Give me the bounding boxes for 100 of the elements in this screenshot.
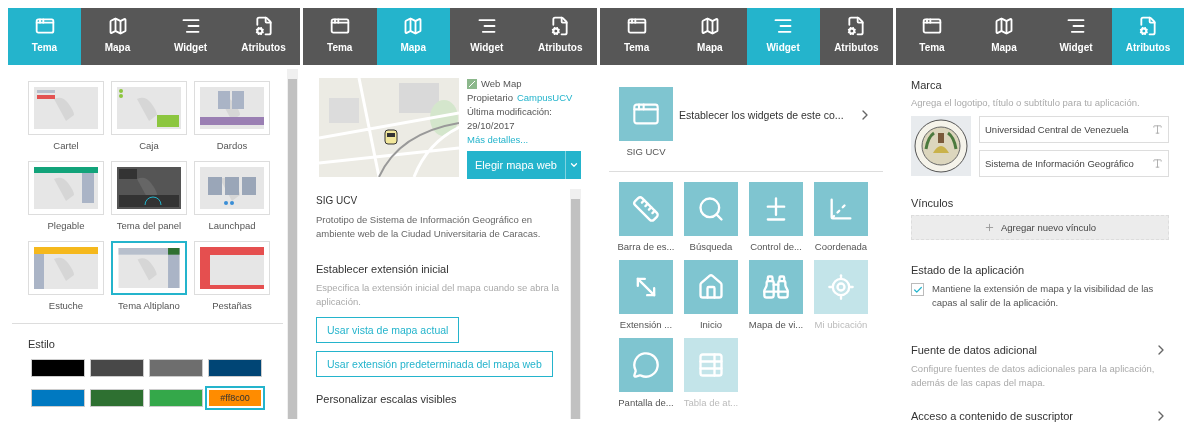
- color-swatch[interactable]: [209, 360, 261, 376]
- section-title[interactable]: Fuente de datos adicional: [911, 344, 1037, 356]
- gear-file-icon: [1138, 16, 1158, 36]
- seal-drawing: [914, 119, 968, 173]
- color-swatch[interactable]: [32, 360, 84, 376]
- checkbox-label: Mantiene la extensión de mapa y la visibilidad de las capas al salir de la aplicación.: [932, 282, 1155, 310]
- map-icon: [403, 16, 424, 36]
- widget-label: Inicio: [699, 318, 723, 332]
- theme-label: Tema del panel: [115, 219, 183, 233]
- section-title: Vínculos: [911, 197, 955, 209]
- theme-preview-drawing: [117, 87, 181, 129]
- map-title: SIG UCV: [316, 195, 359, 206]
- font-icon[interactable]: [1152, 158, 1163, 169]
- theme-preview-drawing: [34, 167, 98, 209]
- search-icon: [697, 195, 725, 223]
- widget-tile[interactable]: [619, 182, 673, 236]
- tab[interactable]: Atributos: [227, 8, 300, 65]
- font-icon[interactable]: [1152, 124, 1163, 135]
- theme-preview-drawing: [117, 167, 181, 209]
- lines-icon: [180, 16, 201, 36]
- section-hint: Especifica la extensión inicial del mapa cuando se abra la aplicación.: [316, 281, 560, 309]
- tab[interactable]: Atributos: [523, 8, 597, 65]
- item-type: Web Map: [481, 78, 522, 89]
- theme-preview-drawing: [200, 247, 264, 289]
- widget-tile[interactable]: [814, 182, 868, 236]
- section-title[interactable]: Acceso a contenido de suscriptor: [911, 410, 1074, 422]
- widget-tile[interactable]: [749, 182, 803, 236]
- text-field[interactable]: Sistema de Información Geográfico: [979, 150, 1169, 177]
- widget-label: SIG UCV: [626, 145, 666, 159]
- controller-text[interactable]: Establecer los widgets de este co...: [679, 109, 851, 121]
- checkbox[interactable]: [911, 283, 924, 296]
- widget-label: Barra de es...: [617, 240, 675, 254]
- widget-label: Pantalla de...: [618, 396, 674, 410]
- logo-frame[interactable]: [911, 116, 971, 176]
- widget-tile[interactable]: [619, 260, 673, 314]
- widget-label: Búsqueda: [689, 240, 733, 254]
- tab[interactable]: Widget: [1040, 8, 1112, 65]
- widget-tile[interactable]: [684, 260, 738, 314]
- color-swatch[interactable]: [150, 360, 202, 376]
- widget-label: Tabla de at...: [683, 396, 739, 410]
- color-swatch[interactable]: [91, 360, 143, 376]
- tab[interactable]: Atributos: [819, 8, 893, 65]
- lines-icon: [1066, 16, 1086, 36]
- gear-file-icon: [846, 16, 867, 36]
- home-icon: [697, 273, 725, 301]
- theme-label: Tema Altiplano: [117, 299, 181, 313]
- widget-label: Coordenada: [814, 240, 868, 254]
- widget-label: Control de...: [750, 240, 802, 254]
- tab[interactable]: Mapa: [81, 8, 154, 65]
- color-swatch[interactable]: [32, 390, 84, 406]
- widget-tile[interactable]: [749, 260, 803, 314]
- section-title: Establecer extensión inicial: [316, 263, 450, 275]
- scrollbar[interactable]: [287, 69, 298, 419]
- widget-tile[interactable]: [684, 182, 738, 236]
- window-icon: [922, 16, 942, 36]
- lines-icon: [773, 16, 794, 36]
- window-icon: [626, 16, 647, 36]
- theme-label: Pestañas: [211, 299, 253, 313]
- tab[interactable]: Widget: [450, 8, 524, 65]
- color-swatch[interactable]: [150, 390, 202, 406]
- add-link-button[interactable]: Agregar nuevo vínculo: [911, 215, 1169, 240]
- gear-file-icon: [550, 16, 571, 36]
- theme-label: Dardos: [215, 139, 249, 153]
- section-hint: Configure fuentes de datos adicionales para la aplicación, además de las capas del mapa.: [911, 362, 1156, 390]
- map-icon: [699, 16, 720, 36]
- modified-date: 29/10/2017: [467, 120, 516, 131]
- theme-preview-drawing: [200, 87, 264, 129]
- window-icon: [34, 16, 55, 36]
- section-title: Personalizar escalas visibles: [316, 393, 458, 405]
- tab[interactable]: Widget: [154, 8, 227, 65]
- theme-preview-drawing: [34, 87, 98, 129]
- tab[interactable]: Mapa: [968, 8, 1040, 65]
- lines-icon: [476, 16, 497, 36]
- crosshair-icon: [827, 273, 855, 301]
- speech-bubble-icon: [632, 351, 660, 379]
- theme-label: Launchpad: [207, 219, 257, 233]
- theme-label: Caja: [138, 139, 160, 153]
- check-icon: [912, 284, 923, 295]
- widget-tile[interactable]: [619, 338, 673, 392]
- section-title: Marca: [911, 79, 943, 91]
- window-icon: [329, 16, 350, 36]
- widget-tile[interactable]: [619, 87, 673, 141]
- plus-icon: [983, 222, 995, 233]
- tab[interactable]: Tema: [303, 8, 377, 65]
- scrollbar[interactable]: [570, 189, 581, 419]
- text-field[interactable]: Universidad Central de Venezuela: [979, 116, 1169, 143]
- theme-preview-drawing: [200, 167, 264, 209]
- map-icon: [107, 16, 128, 36]
- tab[interactable]: Tema: [896, 8, 968, 65]
- tab[interactable]: Mapa: [673, 8, 747, 65]
- theme-label: Estuche: [47, 299, 85, 313]
- color-swatch[interactable]: [91, 390, 143, 406]
- binoculars-icon: [762, 273, 790, 301]
- map-description: Prototipo de Sistema de Información Geográfico en ambiente web de la Ciudad Universitaria de Caracas.: [316, 213, 542, 241]
- gear-file-icon: [253, 16, 274, 36]
- map-icon: [994, 16, 1014, 36]
- tab[interactable]: Tema: [600, 8, 674, 65]
- modified-label: Última modificación:: [467, 106, 553, 117]
- section-title: Estado de la aplicación: [911, 264, 1026, 276]
- theme-label: Plegable: [46, 219, 86, 233]
